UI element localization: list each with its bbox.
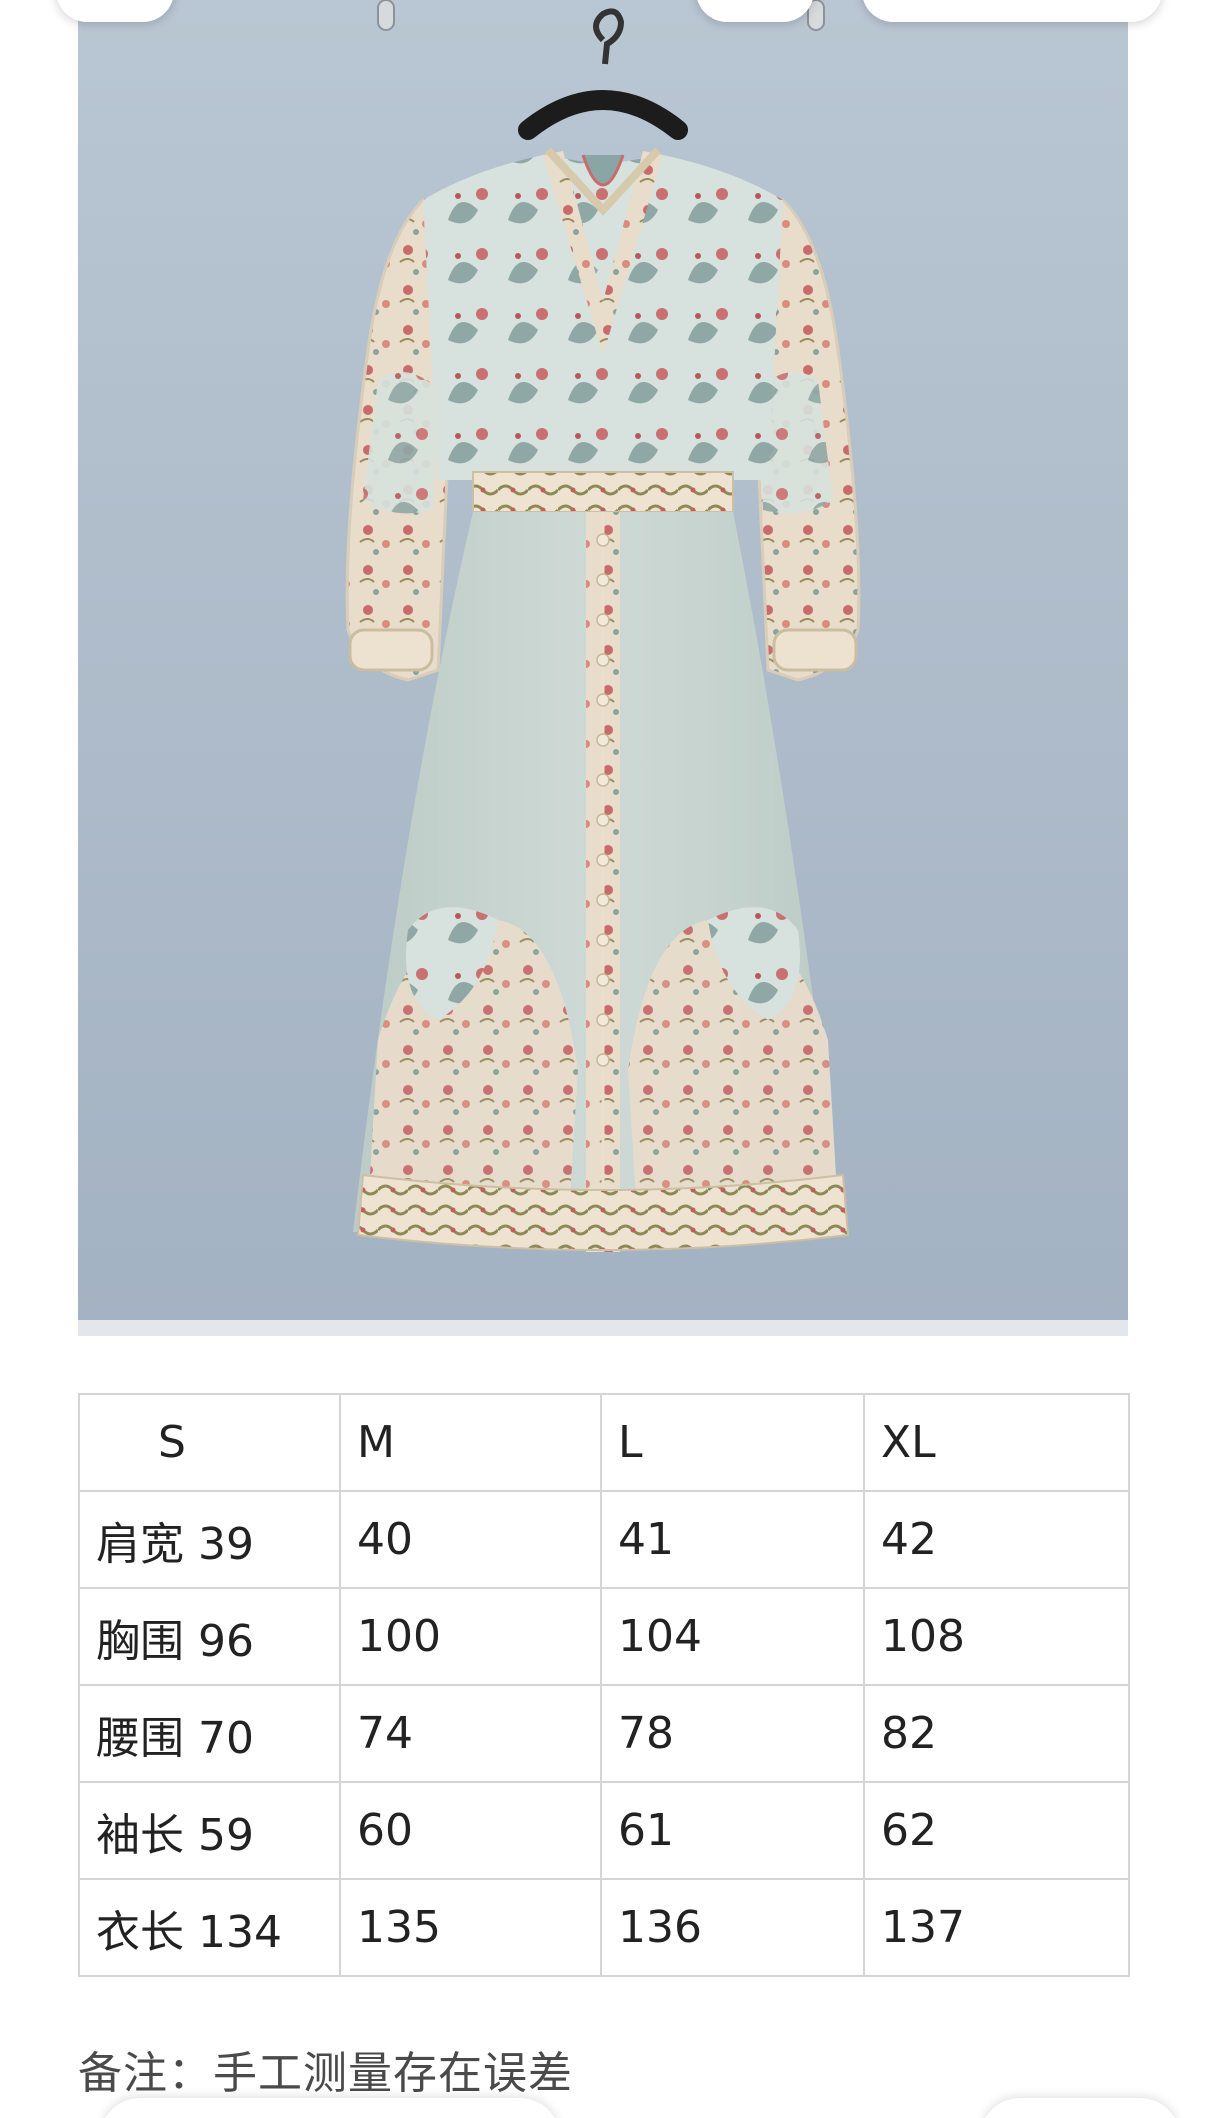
table-cell: 82 bbox=[863, 1684, 1130, 1783]
size-header-cell: S bbox=[78, 1393, 341, 1492]
dress-illustration bbox=[78, 0, 1128, 1336]
table-cell: 40 bbox=[339, 1490, 602, 1589]
table-row: 胸围 96 100 104 108 bbox=[78, 1587, 1130, 1686]
table-cell: 104 bbox=[600, 1587, 865, 1686]
bottom-floating-bar bbox=[0, 2098, 1206, 2118]
size-header-cell: M bbox=[339, 1393, 602, 1492]
table-cell: 袖长 59 bbox=[78, 1781, 341, 1880]
product-detail-page: S M L XL 肩宽 39 40 41 42 胸围 96 100 104 10… bbox=[0, 0, 1206, 2118]
table-row: 衣长 134 135 136 137 bbox=[78, 1878, 1130, 1977]
product-photo bbox=[78, 0, 1128, 1336]
table-row: 肩宽 39 40 41 42 bbox=[78, 1490, 1130, 1589]
table-cell: 108 bbox=[863, 1587, 1130, 1686]
size-chart-table: S M L XL 肩宽 39 40 41 42 胸围 96 100 104 10… bbox=[78, 1393, 1130, 1977]
table-cell: 60 bbox=[339, 1781, 602, 1880]
table-cell: 61 bbox=[600, 1781, 865, 1880]
size-header-cell: XL bbox=[863, 1393, 1130, 1492]
table-cell: 42 bbox=[863, 1490, 1130, 1589]
bottom-secondary-button[interactable] bbox=[980, 2098, 1180, 2118]
table-cell: 135 bbox=[339, 1878, 602, 1977]
table-cell: 衣长 134 bbox=[78, 1878, 341, 1977]
action-pill[interactable] bbox=[862, 0, 1162, 22]
table-cell: 78 bbox=[600, 1684, 865, 1783]
size-header-row: S M L XL bbox=[78, 1393, 1130, 1492]
table-cell: 136 bbox=[600, 1878, 865, 1977]
size-header-cell: L bbox=[600, 1393, 865, 1492]
measurement-note: 备注：手工测量存在误差 bbox=[78, 2048, 573, 2099]
top-floating-nav bbox=[0, 0, 1206, 30]
table-cell: 41 bbox=[600, 1490, 865, 1589]
table-cell: 100 bbox=[339, 1587, 602, 1686]
table-cell: 腰围 70 bbox=[78, 1684, 341, 1783]
table-cell: 137 bbox=[863, 1878, 1130, 1977]
bottom-action-button[interactable] bbox=[100, 2098, 560, 2118]
table-row: 袖长 59 60 61 62 bbox=[78, 1781, 1130, 1880]
table-cell: 肩宽 39 bbox=[78, 1490, 341, 1589]
table-row: 腰围 70 74 78 82 bbox=[78, 1684, 1130, 1783]
share-button[interactable] bbox=[696, 0, 814, 22]
table-cell: 胸围 96 bbox=[78, 1587, 341, 1686]
table-cell: 74 bbox=[339, 1684, 602, 1783]
back-button[interactable] bbox=[56, 0, 174, 22]
table-cell: 62 bbox=[863, 1781, 1130, 1880]
